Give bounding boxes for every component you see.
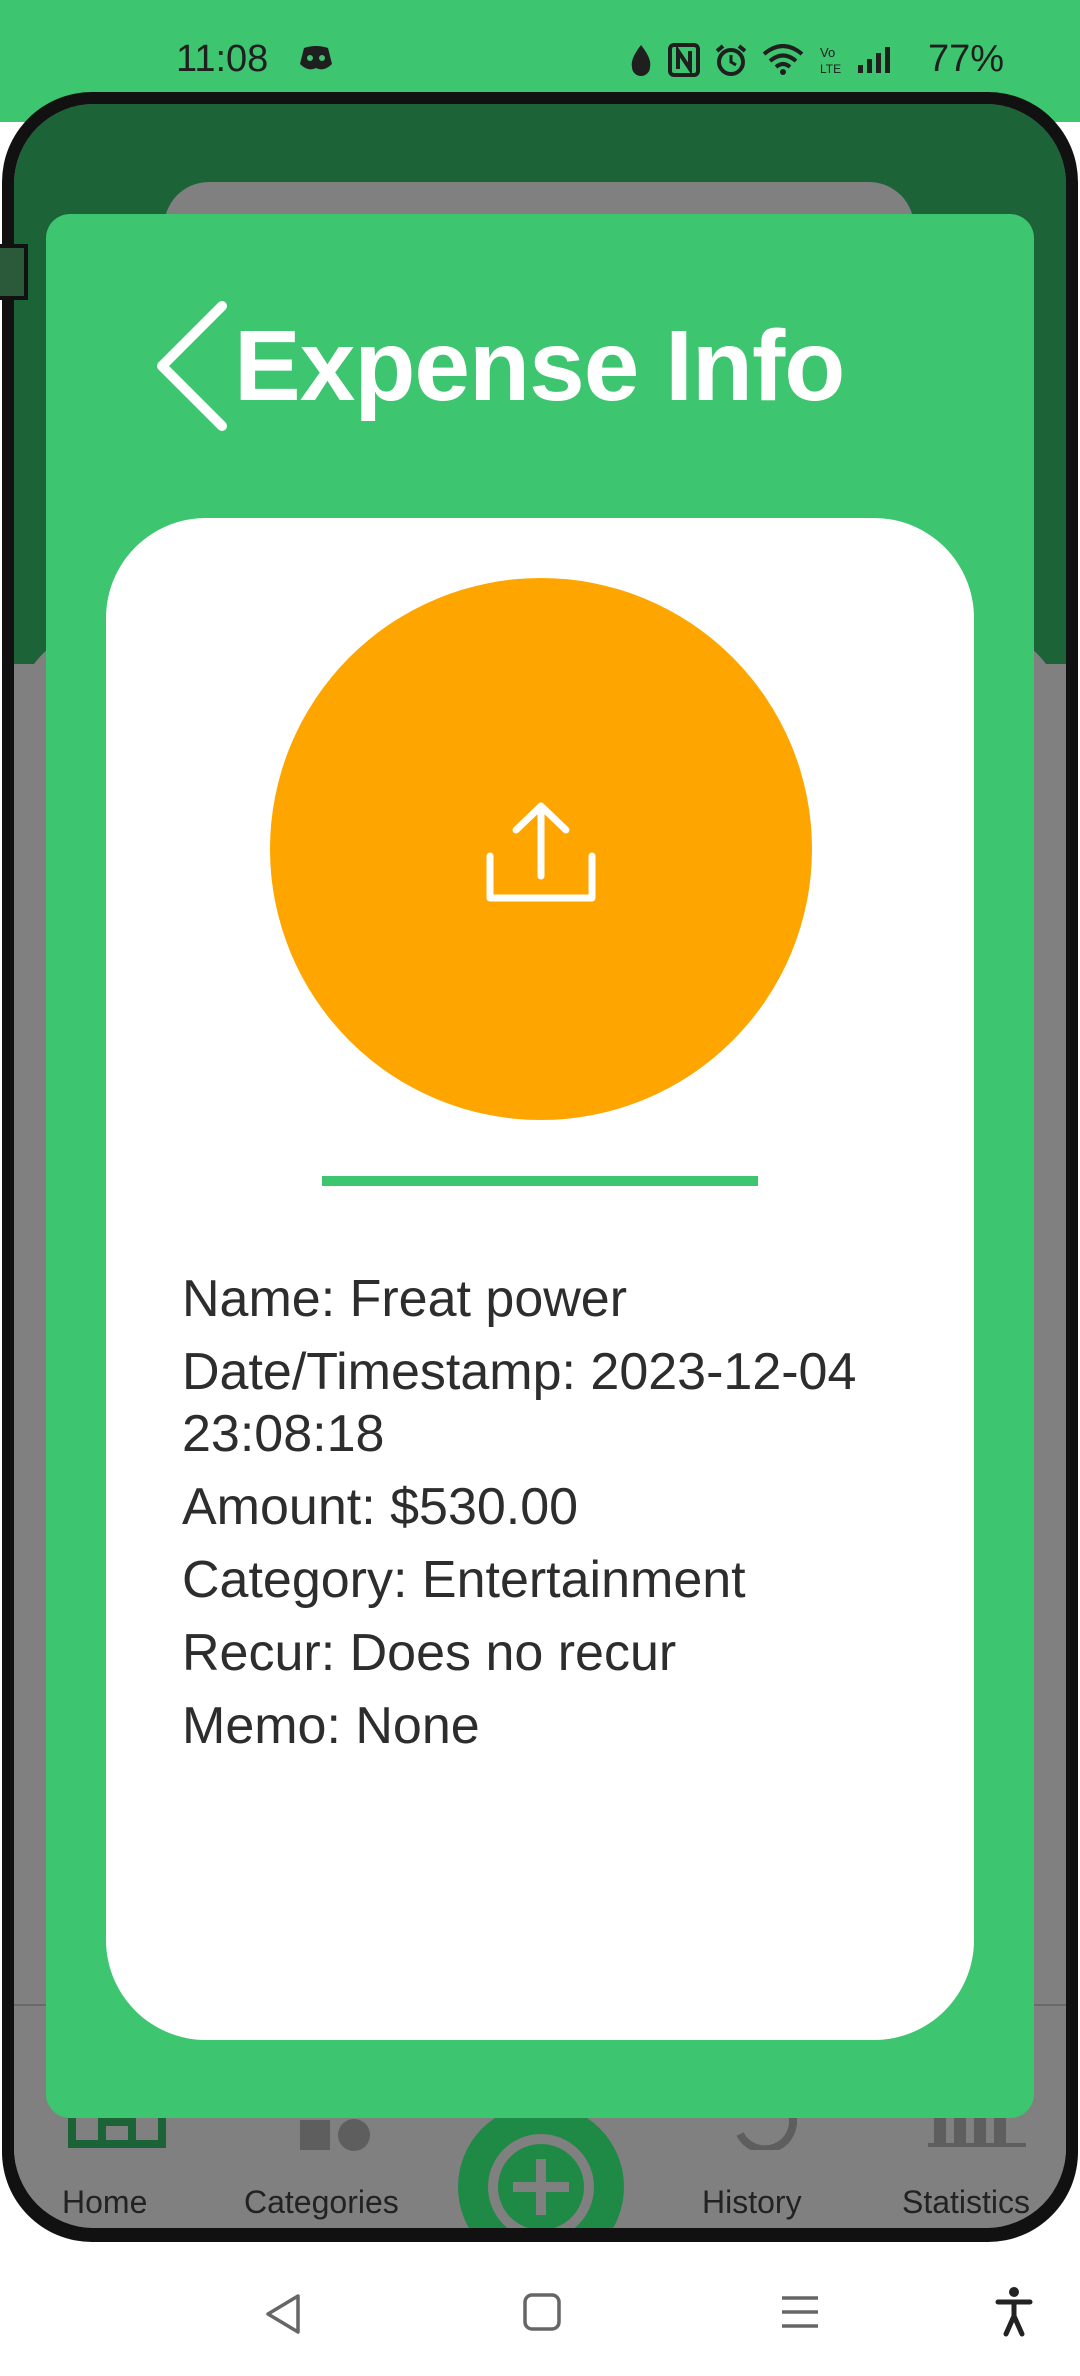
detail-memo: Memo: None: [182, 1697, 480, 1755]
water-drop-icon: [631, 45, 651, 76]
edge-handle: [0, 244, 28, 300]
screen: 11:08 Vo LTE 77% Home Categories History…: [0, 0, 1080, 2376]
add-expense-fab[interactable]: [458, 2104, 624, 2228]
discord-icon: [300, 46, 332, 70]
categories-icon: [300, 2119, 370, 2151]
nav-history-label[interactable]: History: [702, 2184, 802, 2221]
alarm-icon: [715, 44, 747, 76]
nav-categories-label[interactable]: Categories: [244, 2184, 399, 2221]
svg-text:Vo: Vo: [820, 45, 835, 60]
chevron-left-icon: [157, 301, 227, 431]
battery-percentage: 77%: [928, 38, 1005, 80]
system-navigation-bar: [0, 2242, 1080, 2376]
system-back-icon[interactable]: [262, 2292, 306, 2336]
expense-details: Name: Freat power Date/Timestamp: 2023-1…: [182, 1268, 942, 1768]
system-recents-icon[interactable]: [780, 2292, 820, 2332]
detail-date: Date/Timestamp: 2023-12-04: [182, 1343, 857, 1401]
nav-home-label[interactable]: Home: [62, 2184, 147, 2221]
system-home-icon[interactable]: [522, 2292, 562, 2332]
add-icon: [488, 2134, 594, 2228]
detail-category: Category: Entertainment: [182, 1551, 746, 1609]
nav-statistics-label[interactable]: Statistics: [902, 2184, 1030, 2221]
status-time: 11:08: [176, 38, 269, 80]
back-button[interactable]: [104, 296, 234, 436]
detail-recur: Recur: Does no recur: [182, 1624, 677, 1682]
section-divider: [322, 1176, 758, 1186]
detail-amount: Amount: $530.00: [182, 1478, 579, 1536]
accessibility-icon[interactable]: [994, 2286, 1034, 2338]
detail-time: 23:08:18: [182, 1405, 385, 1463]
svg-text:LTE: LTE: [820, 62, 841, 76]
status-icons: Vo LTE: [628, 40, 892, 80]
share-button[interactable]: [270, 578, 812, 1120]
signal-icon: [858, 47, 890, 73]
share-upload-icon: [486, 802, 596, 902]
volte-icon: Vo LTE: [820, 45, 841, 76]
nfc-icon: [668, 43, 700, 77]
modal-title: Expense Info: [234, 310, 845, 422]
detail-name: Name: Freat power: [182, 1270, 628, 1328]
wifi-icon: [762, 44, 804, 75]
